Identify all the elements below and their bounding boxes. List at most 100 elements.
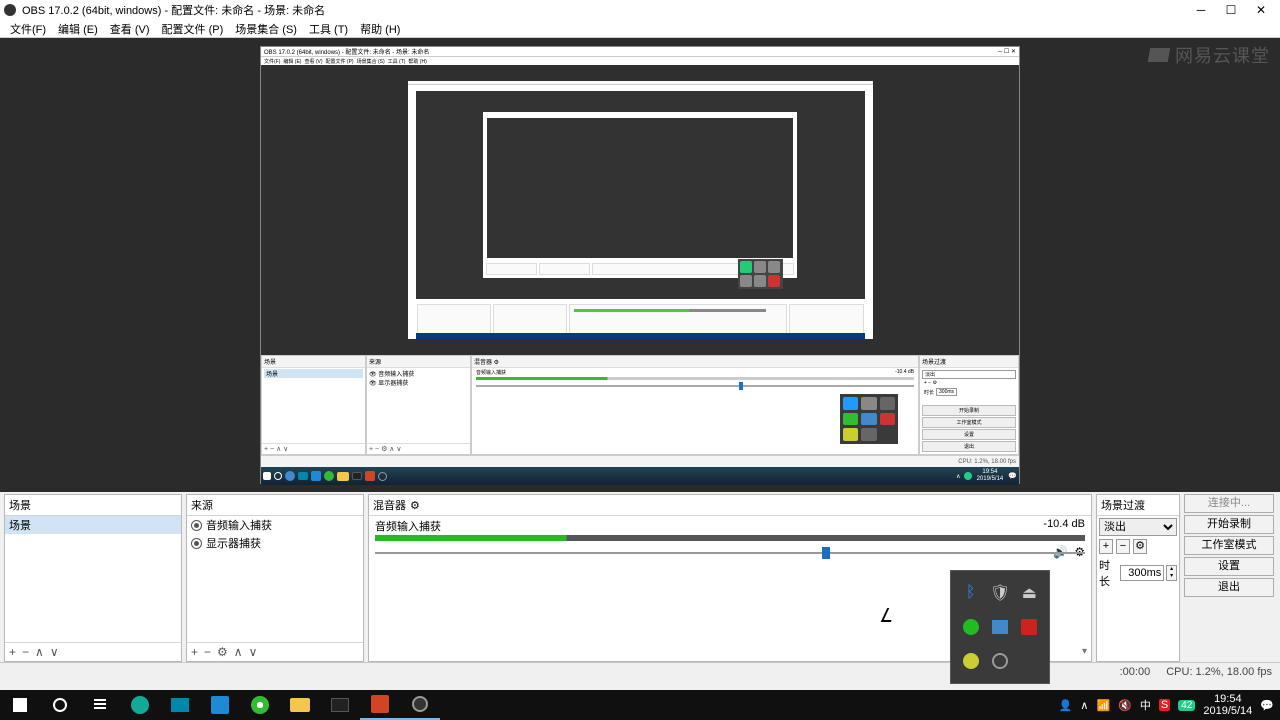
duration-spinner[interactable]: ▴▾: [1166, 565, 1177, 581]
source-item-label: 音频输入捕获: [206, 517, 272, 533]
menu-file[interactable]: 文件(F): [4, 21, 52, 37]
start-stream-button[interactable]: 连接中...: [1184, 494, 1274, 513]
scenes-dock: 场景 场景 + − ∧ ∨: [4, 494, 182, 662]
source-item[interactable]: 显示器捕获: [187, 534, 363, 552]
volume-icon[interactable]: 🔇: [1118, 699, 1132, 712]
inner-preview: [261, 65, 1019, 355]
mixer-db-value: -10.4 dB: [1043, 518, 1085, 530]
action-center-icon[interactable]: 💬: [1260, 699, 1274, 712]
sources-settings-button[interactable]: [217, 645, 228, 659]
menu-help[interactable]: 帮助 (H): [354, 21, 406, 37]
notification-badge[interactable]: 42: [1178, 700, 1195, 711]
window-title: OBS 17.0.2 (64bit, windows) - 配置文件: 未命名 …: [22, 2, 325, 18]
obs-tray-icon[interactable]: [988, 647, 1011, 675]
scenes-title: 场景: [5, 495, 181, 516]
transition-add-button[interactable]: +: [1099, 539, 1113, 554]
duration-label: 时长: [1099, 557, 1118, 589]
scene-item[interactable]: 场景: [5, 516, 181, 534]
transition-settings-button[interactable]: [1133, 539, 1147, 554]
menu-tools[interactable]: 工具 (T): [303, 21, 354, 37]
taskbar-clock[interactable]: 19:54 2019/5/14: [1203, 693, 1252, 717]
windows-taskbar: 👤 ∧ 📶 🔇 中 S 42 19:54 2019/5/14 💬: [0, 690, 1280, 720]
sogou-icon[interactable]: S: [1159, 699, 1170, 711]
mail-taskbar-icon[interactable]: [160, 690, 200, 720]
scenes-add-button[interactable]: +: [9, 645, 16, 659]
duration-input[interactable]: [1120, 565, 1164, 581]
taskview-button[interactable]: [80, 690, 120, 720]
source-item[interactable]: 音频输入捕获: [187, 516, 363, 534]
start-record-button[interactable]: 开始录制: [1184, 515, 1274, 534]
menu-edit[interactable]: 编辑 (E): [52, 21, 104, 37]
tray-expand-icon[interactable]: ∧: [1080, 699, 1088, 712]
eject-tray-icon[interactable]: ⏏: [1018, 579, 1041, 607]
settings-button[interactable]: 设置: [1184, 557, 1274, 576]
sources-down-button[interactable]: ∨: [249, 645, 258, 659]
menu-profile[interactable]: 配置文件 (P): [156, 21, 230, 37]
transition-remove-button[interactable]: −: [1116, 539, 1130, 554]
powerpoint-taskbar-icon[interactable]: [360, 690, 400, 720]
mixer-settings-icon[interactable]: [410, 499, 420, 512]
sources-add-button[interactable]: +: [191, 645, 198, 659]
inner-statusbar: CPU: 1.2%, 18.00 fps: [261, 455, 1019, 467]
volume-slider[interactable]: [375, 545, 1085, 561]
inner-tray-popup-2: [840, 394, 898, 444]
browser-taskbar-icon[interactable]: [240, 690, 280, 720]
maximize-button[interactable]: ☐: [1216, 3, 1246, 17]
menu-scene-collection[interactable]: 场景集合 (S): [229, 21, 303, 37]
360-tray-icon[interactable]: [959, 613, 982, 641]
ime-icon[interactable]: 中: [1140, 697, 1151, 713]
system-tray: 👤 ∧ 📶 🔇 中 S 42 19:54 2019/5/14 💬: [1053, 693, 1280, 717]
network-icon[interactable]: 📶: [1096, 699, 1110, 712]
status-bar: :00:00 CPU: 1.2%, 18.00 fps: [0, 662, 1280, 680]
people-icon[interactable]: 👤: [1059, 699, 1073, 712]
source-item-label: 显示器捕获: [206, 535, 261, 551]
menu-view[interactable]: 查看 (V): [104, 21, 156, 37]
adobe-tray-icon[interactable]: [1018, 613, 1041, 641]
window-titlebar: OBS 17.0.2 (64bit, windows) - 配置文件: 未命名 …: [0, 0, 1280, 20]
mixer-title: 混音器: [369, 495, 1091, 516]
edge-taskbar-icon[interactable]: [120, 690, 160, 720]
transitions-dock: 场景过渡 淡出 + − 时长 ▴▾: [1096, 494, 1180, 662]
scene-item-label: 场景: [9, 517, 31, 533]
obs-logo-icon: [4, 4, 16, 16]
captured-window: OBS 17.0.2 (64bit, windows) - 配置文件: 未命名 …: [260, 46, 1020, 484]
cortana-button[interactable]: [40, 690, 80, 720]
vscode-taskbar-icon[interactable]: [200, 690, 240, 720]
preview-canvas[interactable]: 网易云课堂 OBS 17.0.2 (64bit, windows) - 配置文件…: [0, 38, 1280, 492]
watermark: 网易云课堂: [1149, 42, 1270, 68]
inner-tray-popup: [738, 259, 783, 289]
defender-tray-icon[interactable]: 🛡: [988, 579, 1011, 607]
terminal-taskbar-icon[interactable]: [320, 690, 360, 720]
obs-taskbar-icon[interactable]: [400, 690, 440, 720]
inner-titlebar: OBS 17.0.2 (64bit, windows) - 配置文件: 未命名 …: [261, 47, 1019, 57]
mixer-expand-icon[interactable]: ▾: [1082, 646, 1087, 657]
sources-dock: 来源 音频输入捕获 显示器捕获 + − ∧ ∨: [186, 494, 364, 662]
sources-title: 来源: [187, 495, 363, 516]
mixer-channel-label: 音频输入捕获: [375, 521, 441, 533]
scenes-down-button[interactable]: ∨: [50, 645, 59, 659]
start-button[interactable]: [0, 690, 40, 720]
visibility-icon[interactable]: [191, 520, 202, 531]
transition-select[interactable]: 淡出: [1099, 518, 1177, 536]
tray-hidden-icons-popup: ᛒ 🛡 ⏏: [950, 570, 1050, 684]
transitions-title: 场景过渡: [1097, 495, 1179, 516]
display-tray-icon[interactable]: [988, 613, 1011, 641]
watermark-text: 网易云课堂: [1175, 42, 1270, 68]
close-button[interactable]: ✕: [1246, 3, 1276, 17]
scenes-up-button[interactable]: ∧: [35, 645, 44, 659]
dock-area: 场景 场景 + − ∧ ∨ 来源 音频输入捕获 显示器捕获 +: [0, 492, 1280, 662]
inner-taskbar: ∧ 19:542019/5/14 💬: [261, 467, 1019, 485]
sources-remove-button[interactable]: −: [204, 645, 211, 659]
bluetooth-tray-icon[interactable]: ᛒ: [959, 579, 982, 607]
status-time: :00:00: [1120, 666, 1151, 678]
exit-button[interactable]: 退出: [1184, 578, 1274, 597]
scenes-remove-button[interactable]: −: [22, 645, 29, 659]
explorer-taskbar-icon[interactable]: [280, 690, 320, 720]
sources-up-button[interactable]: ∧: [234, 645, 243, 659]
disc-tray-icon[interactable]: [959, 647, 982, 675]
controls-dock: 连接中... 开始录制 工作室模式 设置 退出: [1184, 494, 1276, 662]
visibility-icon[interactable]: [191, 538, 202, 549]
studio-mode-button[interactable]: 工作室模式: [1184, 536, 1274, 555]
minimize-button[interactable]: ─: [1186, 3, 1216, 17]
audio-meter: [375, 535, 1085, 541]
